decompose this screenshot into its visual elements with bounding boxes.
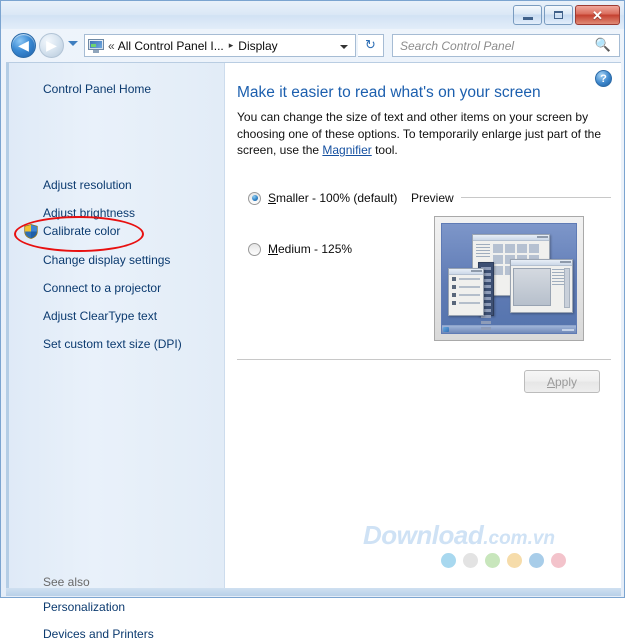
breadcrumb-chevron-icon: « bbox=[108, 38, 115, 53]
forward-button[interactable]: ▶ bbox=[39, 33, 64, 58]
preview-desktop bbox=[441, 223, 577, 334]
apply-divider bbox=[237, 359, 611, 360]
radio-medium-indicator[interactable] bbox=[248, 242, 261, 256]
page-title: Make it easier to read what's on your sc… bbox=[237, 84, 541, 101]
radio-smaller-text: maller - 100% (default) bbox=[276, 191, 398, 205]
sidebar-edge bbox=[6, 63, 9, 594]
sidebar: Control Panel Home Adjust resolution Adj… bbox=[6, 63, 225, 641]
back-button[interactable]: ◀ bbox=[11, 33, 36, 58]
apply-accel: A bbox=[546, 374, 555, 389]
window-bottom-strip bbox=[6, 588, 621, 596]
minimize-icon bbox=[522, 16, 533, 20]
close-icon: ✕ bbox=[592, 7, 603, 23]
refresh-button[interactable]: ↻ bbox=[358, 34, 384, 57]
preview-taskbar bbox=[442, 325, 576, 333]
sidebar-item-set-custom-text-size[interactable]: Set custom text size (DPI) bbox=[43, 337, 182, 351]
address-bar[interactable]: « All Control Panel I... ▸ Display bbox=[84, 34, 356, 57]
sidebar-item-control-panel-home[interactable]: Control Panel Home bbox=[43, 82, 151, 96]
window-controls: ✕ bbox=[513, 5, 620, 25]
radio-option-medium[interactable]: Medium - 125% bbox=[248, 242, 352, 256]
search-input[interactable]: Search Control Panel bbox=[400, 39, 595, 53]
main-pane: ? Make it easier to read what's on your … bbox=[226, 63, 621, 594]
radio-medium-text: edium - 125% bbox=[278, 242, 353, 256]
preview-heading: Preview bbox=[411, 191, 454, 205]
radio-medium-label: Medium - 125% bbox=[268, 242, 352, 256]
minimize-button[interactable] bbox=[513, 5, 542, 25]
chevron-right-icon: ▸ bbox=[228, 40, 234, 51]
radio-medium-accel: M bbox=[268, 242, 278, 256]
display-monitor-icon bbox=[88, 38, 104, 53]
apply-label: Apply bbox=[547, 375, 577, 389]
control-panel-window: ✕ ◀ ▶ « All Control Panel I... ▸ Display bbox=[0, 0, 625, 641]
sidebar-item-connect-to-a-projector[interactable]: Connect to a projector bbox=[43, 281, 161, 295]
radio-smaller-label: Smaller - 100% (default) bbox=[268, 191, 397, 205]
refresh-icon: ↻ bbox=[365, 38, 376, 53]
sidebar-item-adjust-resolution[interactable]: Adjust resolution bbox=[43, 178, 132, 192]
breadcrumb-item-all-control-panel[interactable]: All Control Panel I... bbox=[118, 39, 224, 53]
apply-label-text: pply bbox=[555, 374, 578, 389]
description-text-part2: tool. bbox=[371, 143, 398, 157]
sidebar-item-adjust-brightness[interactable]: Adjust brightness bbox=[43, 206, 135, 220]
preview-window-list bbox=[448, 268, 484, 316]
radio-smaller-indicator[interactable] bbox=[248, 191, 261, 205]
see-also-heading: See also bbox=[43, 575, 90, 589]
close-button[interactable]: ✕ bbox=[575, 5, 620, 25]
sidebar-item-devices-and-printers[interactable]: Devices and Printers bbox=[43, 627, 154, 641]
recent-pages-dropdown[interactable] bbox=[68, 41, 78, 46]
sidebar-item-adjust-cleartype-text[interactable]: Adjust ClearType text bbox=[43, 309, 157, 323]
radio-option-smaller[interactable]: Smaller - 100% (default) bbox=[248, 191, 397, 205]
apply-button[interactable]: Apply bbox=[524, 370, 600, 393]
radio-smaller-accel: S bbox=[268, 191, 277, 205]
search-box[interactable]: Search Control Panel 🔍 bbox=[392, 34, 620, 57]
search-icon: 🔍 bbox=[594, 38, 611, 53]
back-arrow-icon: ◀ bbox=[18, 37, 29, 54]
uac-shield-icon bbox=[24, 224, 38, 239]
preview-window-document bbox=[510, 259, 573, 313]
forward-arrow-icon: ▶ bbox=[46, 37, 57, 54]
page-description: You can change the size of text and othe… bbox=[237, 109, 609, 159]
preview-thumbnail bbox=[434, 216, 584, 341]
magnifier-link[interactable]: Magnifier bbox=[322, 143, 371, 157]
sidebar-item-personalization[interactable]: Personalization bbox=[43, 600, 125, 614]
preview-system-tray bbox=[562, 329, 574, 331]
chevron-down-icon[interactable] bbox=[340, 45, 348, 49]
sidebar-item-change-display-settings[interactable]: Change display settings bbox=[43, 253, 170, 267]
preview-divider bbox=[461, 197, 611, 198]
breadcrumb-item-display[interactable]: Display bbox=[238, 39, 277, 53]
content-area: Control Panel Home Adjust resolution Adj… bbox=[6, 62, 621, 641]
sidebar-item-calibrate-color[interactable]: Calibrate color bbox=[43, 224, 120, 238]
preview-start-button-icon bbox=[443, 327, 449, 332]
description-text-part1: You can change the size of text and othe… bbox=[237, 110, 602, 157]
maximize-button[interactable] bbox=[544, 5, 573, 25]
title-bar: ✕ bbox=[1, 1, 624, 29]
maximize-icon bbox=[554, 11, 563, 19]
navigation-bar: ◀ ▶ « All Control Panel I... ▸ Display ↻… bbox=[6, 29, 621, 62]
help-icon[interactable]: ? bbox=[595, 70, 612, 87]
